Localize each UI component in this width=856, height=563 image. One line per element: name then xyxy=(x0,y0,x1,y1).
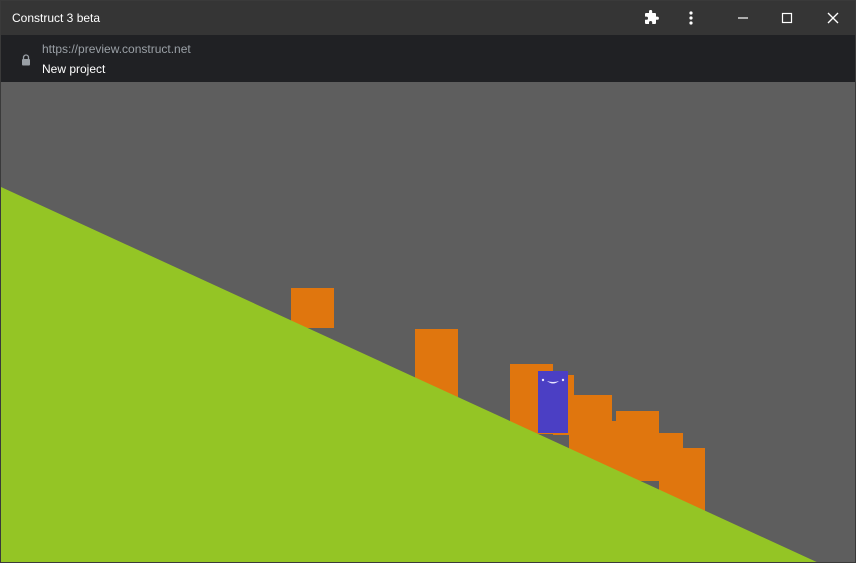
player-eye xyxy=(541,378,545,382)
maximize-icon xyxy=(781,12,793,24)
kebab-menu-icon xyxy=(689,11,693,25)
game-viewport[interactable] xyxy=(1,82,856,563)
browser-window: Construct 3 beta https://preview.constru… xyxy=(0,0,856,563)
game-canvas[interactable] xyxy=(1,82,856,563)
maximize-button[interactable] xyxy=(767,1,807,35)
minimize-icon xyxy=(738,17,748,19)
page-title: New project xyxy=(42,62,106,76)
title-bar: Construct 3 beta xyxy=(1,1,855,35)
extensions-button[interactable] xyxy=(637,1,665,35)
lock-icon xyxy=(21,53,31,71)
close-button[interactable] xyxy=(813,1,853,35)
puzzle-icon xyxy=(645,10,659,24)
crate xyxy=(291,288,334,328)
player-eye xyxy=(561,378,565,382)
player-character xyxy=(538,371,568,433)
minimize-button[interactable] xyxy=(723,1,763,35)
address-bar[interactable]: https://preview.construct.net New projec… xyxy=(1,35,855,82)
page-url[interactable]: https://preview.construct.net xyxy=(42,42,191,56)
window-title: Construct 3 beta xyxy=(12,11,101,25)
close-icon xyxy=(827,12,839,24)
crate xyxy=(616,411,659,481)
browser-menu-button[interactable] xyxy=(677,1,705,35)
